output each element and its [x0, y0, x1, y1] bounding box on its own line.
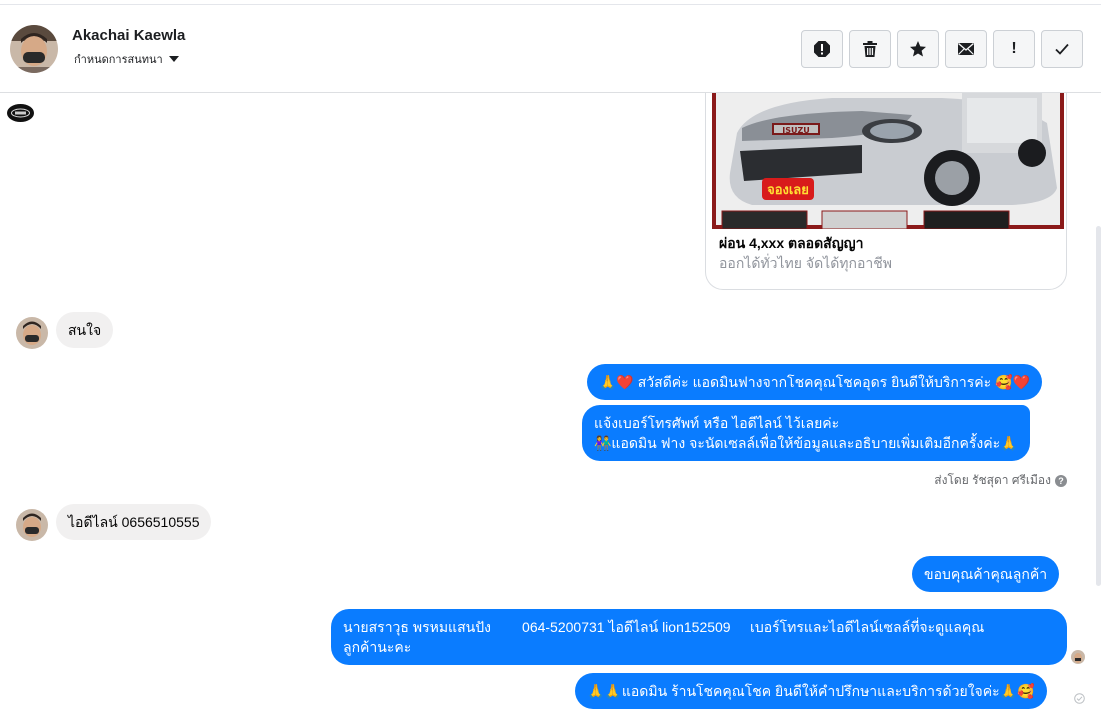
message-line: แจ้งเบอร์โทรศัพท์ หรือ ไอดีไลน์ ไว้เลยค่…: [594, 415, 840, 431]
report-button[interactable]: [801, 30, 843, 68]
ad-image-caption: จองเลย: [767, 183, 809, 198]
report-icon: [814, 41, 830, 57]
trash-icon: [863, 41, 877, 57]
contact-name[interactable]: Akachai Kaewla: [72, 27, 185, 44]
sent-check-icon: [1074, 693, 1085, 704]
conversation-menu-label: กำหนดการสนทนา: [74, 54, 163, 66]
seen-avatar: [1071, 650, 1085, 664]
mark-important-button[interactable]: !: [993, 30, 1035, 68]
mail-icon: [958, 42, 974, 55]
message-incoming[interactable]: สนใจ: [56, 312, 114, 348]
message-incoming[interactable]: ไอดีไลน์ 0656510555: [56, 504, 212, 540]
message-outgoing[interactable]: 🙏❤️ สวัสดีค่ะ แอดมินฟางจากโชคคุณโชคอุดร …: [587, 364, 1042, 400]
action-toolbar: !: [801, 30, 1083, 68]
mark-important-icon: !: [1011, 40, 1017, 57]
mark-done-button[interactable]: [1041, 30, 1083, 68]
conversation-menu[interactable]: กำหนดการสนทนา: [74, 50, 179, 68]
star-button[interactable]: [897, 30, 939, 68]
star-icon: [910, 41, 926, 57]
conversation-header: Akachai Kaewla กำหนดการสนทนา !: [0, 4, 1101, 93]
contact-avatar[interactable]: [16, 317, 48, 349]
scrollbar[interactable]: [1096, 226, 1101, 586]
sent-by-label: ส่งโดย รัชสุดา ศรีเมือง ?: [934, 471, 1067, 490]
contact-avatar[interactable]: [16, 509, 48, 541]
message-line: 👫แอดมิน ฟาง จะนัดเซลล์เพื่อให้ข้อมูลและอ…: [594, 435, 1018, 451]
inbox-conversation-view: Akachai Kaewla กำหนดการสนทนา ! จองเลย IS…: [0, 0, 1101, 721]
help-icon[interactable]: ?: [1055, 474, 1067, 487]
ad-card[interactable]: จองเลย ISUZU ผ่อน 4,xxx ตลอดสัญญา ออกได้…: [705, 93, 1067, 290]
caret-down-icon: [168, 56, 179, 62]
message-outgoing[interactable]: แจ้งเบอร์โทรศัพท์ หรือ ไอดีไลน์ ไว้เลยค่…: [582, 405, 1030, 461]
message-line: นายสราวุธ พรหมแสนปัง 064-5200731 ไอดีไลน…: [343, 619, 985, 635]
ad-image: จองเลย ISUZU: [712, 93, 1064, 229]
page-logo-icon: [7, 104, 34, 122]
ad-card-title: ผ่อน 4,xxx ตลอดสัญญา: [719, 235, 864, 251]
ad-image-brand: ISUZU: [782, 126, 810, 135]
sent-by-text: ส่งโดย รัชสุดา ศรีเมือง: [934, 473, 1051, 487]
avatar[interactable]: [10, 25, 58, 73]
checkmark-icon: [1055, 43, 1069, 55]
message-outgoing[interactable]: 🙏🙏แอดมิน ร้านโชคคุณโชค ยินดีให้คำปรึกษาแ…: [575, 673, 1047, 709]
message-outgoing[interactable]: ขอบคุณค้าคุณลูกค้า: [912, 556, 1060, 592]
mark-unread-button[interactable]: [945, 30, 987, 68]
message-outgoing[interactable]: นายสราวุธ พรหมแสนปัง 064-5200731 ไอดีไลน…: [331, 609, 1067, 665]
delete-button[interactable]: [849, 30, 891, 68]
ad-card-subtitle: ออกได้ทั่วไทย จัดได้ทุกอาชีพ: [719, 255, 893, 271]
message-line: ลูกค้านะคะ: [343, 639, 412, 655]
